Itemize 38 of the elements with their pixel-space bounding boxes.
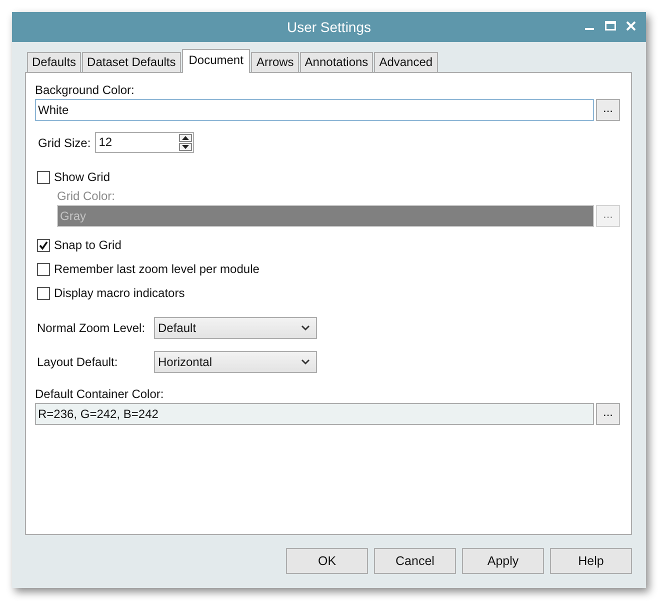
tab[interactable]: Advanced [374, 52, 438, 72]
window-title: User Settings [286, 19, 372, 35]
tab[interactable]: Arrows [251, 52, 299, 72]
chevron-down-icon [301, 325, 310, 331]
checked-checkbox[interactable] [37, 238, 50, 252]
field-label: Default Container Color: [35, 387, 165, 401]
dropdown[interactable]: Default [154, 317, 317, 339]
checkbox-label: Show Grid [54, 170, 110, 184]
field-label: Normal Zoom Level: [37, 321, 146, 335]
browse-button[interactable]: ... [596, 99, 620, 121]
browse-button[interactable]: ... [596, 403, 620, 425]
tab[interactable]: Annotations [300, 52, 374, 72]
tab[interactable]: Document [182, 49, 250, 73]
dropdown[interactable]: Horizontal [154, 351, 317, 373]
dialog-button[interactable]: Apply [462, 548, 544, 574]
color-field[interactable]: R=236, G=242, B=242 [35, 403, 594, 425]
dialog-button[interactable]: OK [286, 548, 368, 574]
tab[interactable]: Defaults [27, 52, 82, 72]
checkbox[interactable] [37, 286, 50, 300]
number-spinner[interactable]: 12 [94, 132, 194, 153]
up-arrow-icon [182, 136, 189, 140]
field-label: Layout Default: [37, 355, 119, 369]
field-label: Background Color: [35, 83, 136, 97]
chevron-down-icon [301, 359, 310, 365]
dialog-button[interactable]: Cancel [374, 548, 456, 574]
color-field[interactable]: White [35, 99, 594, 121]
maximize-icon[interactable] [605, 21, 616, 31]
field-label: Grid Color: [57, 189, 116, 203]
checkbox[interactable] [37, 170, 50, 184]
checkbox-label: Remember last zoom level per module [54, 262, 260, 276]
tab[interactable]: Dataset Defaults [82, 52, 181, 72]
checkbox-label: Snap to Grid [54, 238, 122, 252]
checkbox-label: Display macro indicators [54, 286, 185, 300]
field-label: Grid Size: [38, 136, 91, 150]
checkbox[interactable] [37, 262, 50, 276]
down-arrow-icon [182, 145, 189, 149]
dialog-button[interactable]: Help [550, 548, 632, 574]
close-icon[interactable] [626, 21, 636, 31]
